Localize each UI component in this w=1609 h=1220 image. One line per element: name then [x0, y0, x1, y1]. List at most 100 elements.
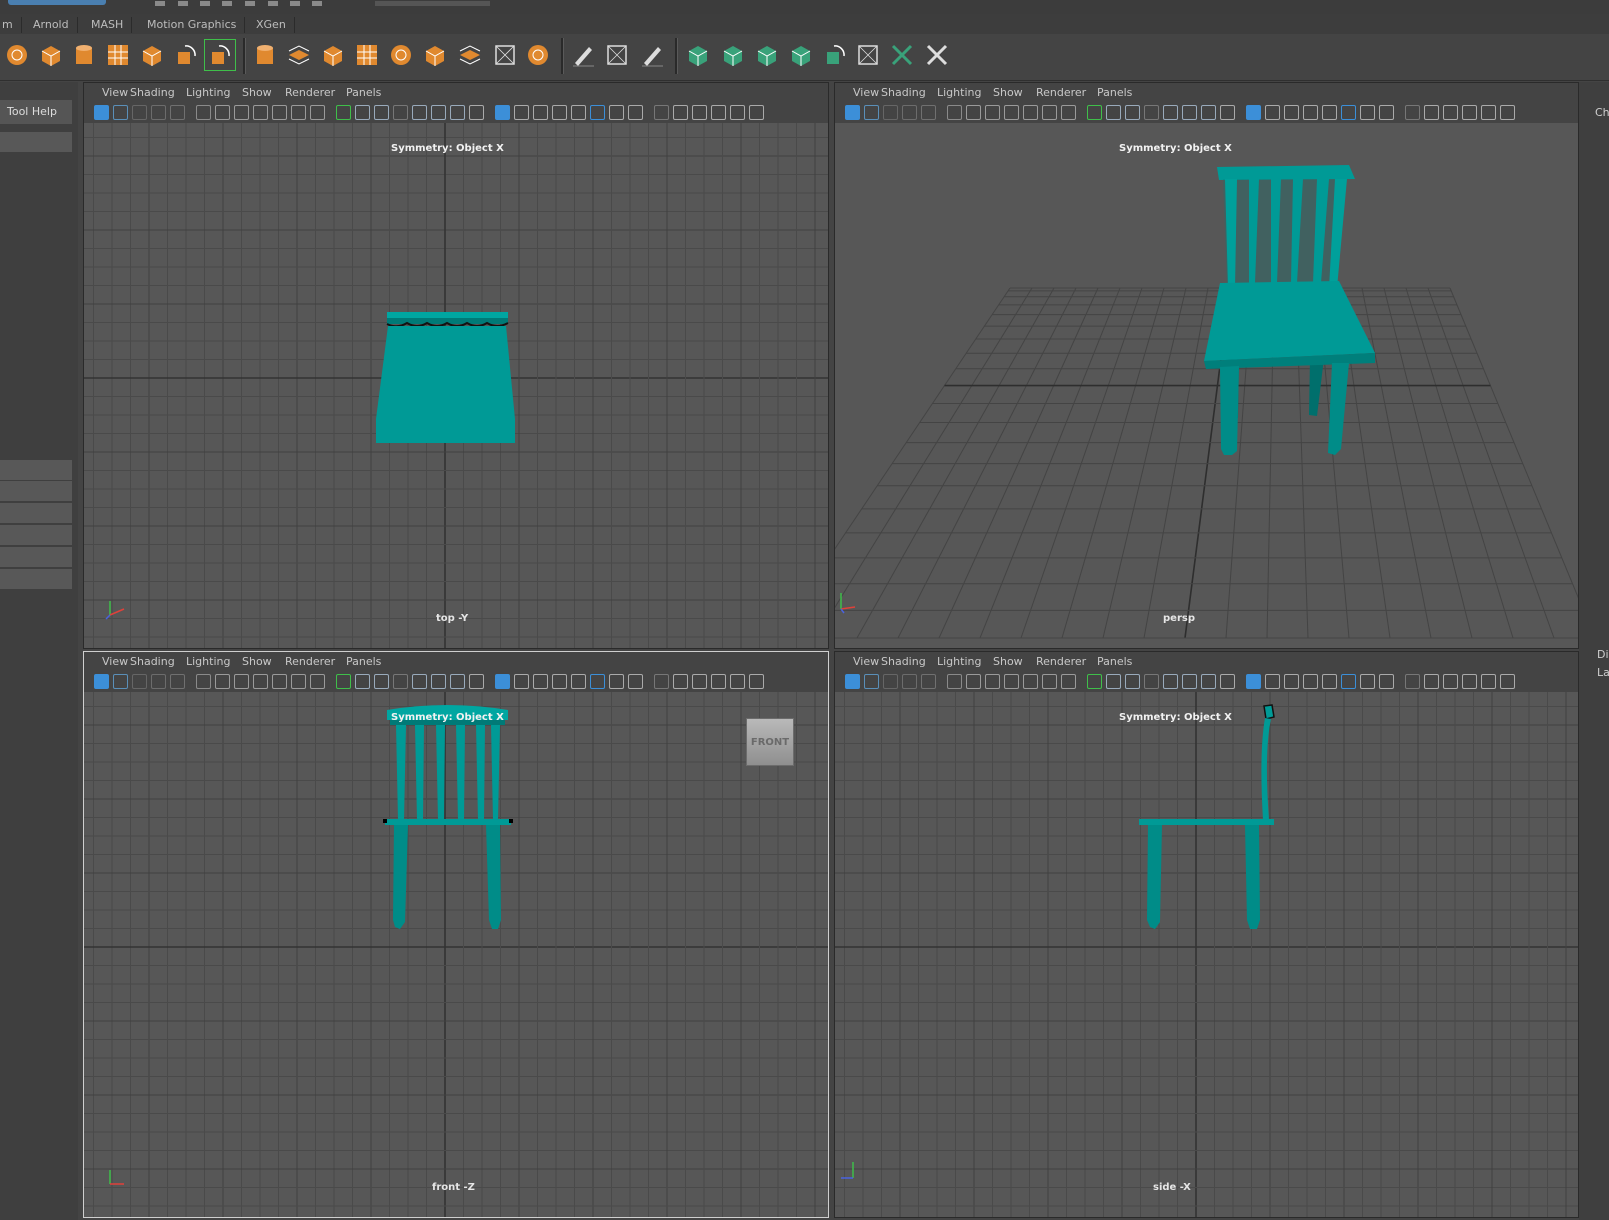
viewport-tool-icon[interactable] [310, 674, 325, 689]
menu-panels[interactable]: Panels [1097, 655, 1132, 668]
shelf-tool-icon[interactable] [602, 40, 632, 70]
viewport-tool-icon[interactable] [921, 674, 936, 689]
menu-shading[interactable]: Shading [130, 655, 175, 668]
viewport-tool-icon[interactable] [1322, 105, 1337, 120]
viewport-tool-icon[interactable] [336, 674, 351, 689]
viewport-tool-icon[interactable] [845, 674, 860, 689]
viewport-tool-icon[interactable] [1163, 674, 1178, 689]
toolbar-icon[interactable] [245, 1, 255, 6]
shelf-tool-icon[interactable] [922, 40, 952, 70]
viewport-tool-icon[interactable] [1405, 105, 1420, 120]
shelf-tool-icon[interactable] [455, 40, 485, 70]
viewport-tool-icon[interactable] [1106, 105, 1121, 120]
viewport-tool-icon[interactable] [151, 105, 166, 120]
viewport-tool-icon[interactable] [1125, 105, 1140, 120]
shelf-tool-icon[interactable] [2, 40, 32, 70]
viewport-tool-icon[interactable] [393, 674, 408, 689]
shelf-tool-icon[interactable] [568, 40, 598, 70]
viewport-tool-icon[interactable] [1424, 674, 1439, 689]
menu-panels[interactable]: Panels [346, 86, 381, 99]
shelf-tool-icon[interactable] [523, 40, 553, 70]
menu-lighting[interactable]: Lighting [186, 86, 230, 99]
chair-model[interactable] [84, 123, 828, 648]
viewport-tool-icon[interactable] [673, 674, 688, 689]
viewport-tool-icon[interactable] [1220, 674, 1235, 689]
toolbar-icon[interactable] [312, 1, 322, 6]
menu-panels[interactable]: Panels [1097, 86, 1132, 99]
viewport-tool-icon[interactable] [1182, 105, 1197, 120]
viewport-tool-icon[interactable] [355, 105, 370, 120]
viewport-tool-icon[interactable] [1360, 674, 1375, 689]
viewport-tool-icon[interactable] [1462, 674, 1477, 689]
viewport-tool-icon[interactable] [412, 674, 427, 689]
viewport-tool-icon[interactable] [291, 105, 306, 120]
viewport-tool-icon[interactable] [374, 674, 389, 689]
viewport-tool-icon[interactable] [1220, 105, 1235, 120]
viewport-tool-icon[interactable] [431, 674, 446, 689]
viewport-tool-icon[interactable] [921, 105, 936, 120]
panel-row[interactable] [0, 132, 72, 153]
viewport-tool-icon[interactable] [469, 674, 484, 689]
shelf-tool-icon[interactable] [887, 40, 917, 70]
tool-help-tab[interactable]: Tool Help [0, 100, 72, 124]
viewport-tool-icon[interactable] [985, 105, 1000, 120]
menu-show[interactable]: Show [993, 86, 1023, 99]
viewport-tool-icon[interactable] [1265, 105, 1280, 120]
menu-show[interactable]: Show [242, 86, 272, 99]
toolbar-icon[interactable] [222, 1, 232, 6]
viewport-tool-icon[interactable] [1061, 674, 1076, 689]
viewport-tool-icon[interactable] [864, 674, 879, 689]
viewport-canvas[interactable]: Symmetry: Object X persp [835, 123, 1578, 648]
viewport-tool-icon[interactable] [1481, 674, 1496, 689]
viewport-tool-icon[interactable] [947, 674, 962, 689]
viewport-tool-icon[interactable] [730, 105, 745, 120]
viewport-tool-icon[interactable] [374, 105, 389, 120]
viewport-tool-icon[interactable] [711, 674, 726, 689]
viewport-tool-icon[interactable] [533, 674, 548, 689]
viewport-canvas[interactable]: Symmetry: Object X side -X [835, 692, 1578, 1217]
viewport-tool-icon[interactable] [1360, 105, 1375, 120]
viewport-tool-icon[interactable] [533, 105, 548, 120]
viewport-tool-icon[interactable] [1246, 674, 1261, 689]
menu-shading[interactable]: Shading [881, 86, 926, 99]
viewport-tool-icon[interactable] [1125, 674, 1140, 689]
viewport-tool-icon[interactable] [310, 105, 325, 120]
toolbar-icon[interactable] [268, 1, 278, 6]
toolbar-icon[interactable] [290, 1, 300, 6]
viewport-tool-icon[interactable] [1201, 674, 1216, 689]
viewport-tool-icon[interactable] [1144, 105, 1159, 120]
chair-model[interactable] [835, 123, 1578, 648]
shelf-tab-arnold[interactable]: Arnold [25, 17, 78, 33]
shelf-tool-icon[interactable] [284, 40, 314, 70]
menu-show[interactable]: Show [242, 655, 272, 668]
viewport-tool-icon[interactable] [864, 105, 879, 120]
viewport-tool-icon[interactable] [902, 105, 917, 120]
shelf-tool-icon[interactable] [204, 39, 236, 71]
viewport-tool-icon[interactable] [1303, 674, 1318, 689]
viewport-tool-icon[interactable] [1284, 674, 1299, 689]
shelf-tool-icon[interactable] [69, 40, 99, 70]
viewport-tool-icon[interactable] [170, 674, 185, 689]
toolbar-icon[interactable] [178, 1, 188, 6]
menu-lighting[interactable]: Lighting [937, 655, 981, 668]
menu-panels[interactable]: Panels [346, 655, 381, 668]
viewport-tool-icon[interactable] [1424, 105, 1439, 120]
shelf-tab-motion-graphics[interactable]: Motion Graphics [139, 17, 246, 33]
viewport-tool-icon[interactable] [495, 105, 510, 120]
viewport-tool-icon[interactable] [170, 105, 185, 120]
menu-shading[interactable]: Shading [881, 655, 926, 668]
shelf-tool-icon[interactable] [420, 40, 450, 70]
workspace-selector[interactable] [8, 0, 106, 5]
shelf-tool-icon[interactable] [752, 40, 782, 70]
viewport-tool-icon[interactable] [609, 674, 624, 689]
viewport-tool-icon[interactable] [495, 674, 510, 689]
viewport-tool-icon[interactable] [514, 105, 529, 120]
viewport-tool-icon[interactable] [1023, 674, 1038, 689]
viewport-tool-icon[interactable] [711, 105, 726, 120]
viewport-tool-icon[interactable] [1443, 674, 1458, 689]
viewport-tool-icon[interactable] [1500, 105, 1515, 120]
viewport-tool-icon[interactable] [514, 674, 529, 689]
menu-renderer[interactable]: Renderer [285, 655, 335, 668]
viewport-tool-icon[interactable] [1004, 105, 1019, 120]
viewport-tool-icon[interactable] [94, 674, 109, 689]
